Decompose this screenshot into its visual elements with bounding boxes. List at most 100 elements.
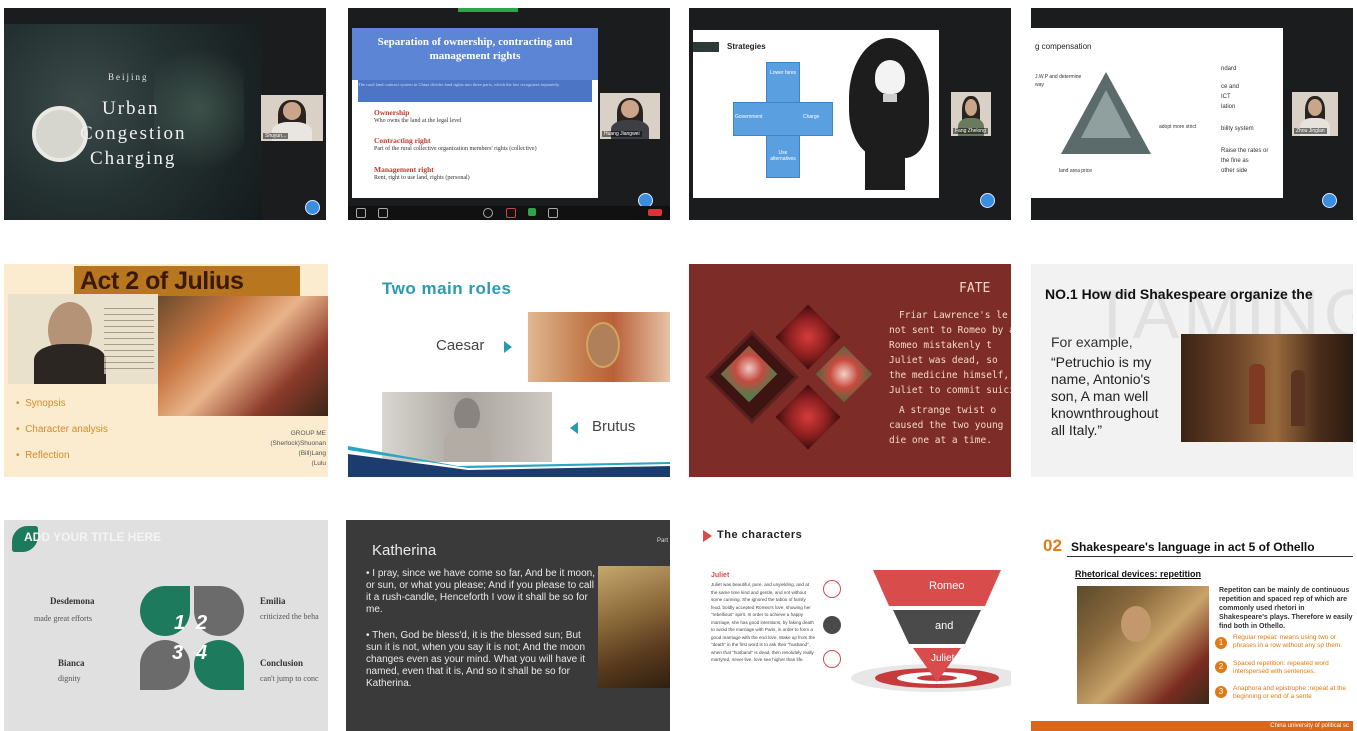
meeting-tile-8[interactable]: TAMING SH NO.1 How did Shakespeare organ… [1031,264,1353,477]
slide-heading: Strategies [727,42,766,51]
meeting-tile-12[interactable]: 02 Shakespeare's language in act 5 of Ot… [1031,520,1353,731]
meeting-tile-10[interactable]: Katherina Part • I pray, since we have c… [346,520,670,731]
arrow-left-icon [570,422,578,434]
participant-video[interactable]: Shuyun... [261,95,323,141]
rose-diamond-4 [775,384,841,450]
bullet-text: Synopsis [25,398,66,409]
petal-number-4: 4 [196,642,208,664]
cross-label-right: Charge [803,114,820,120]
bullet-text: I pray, since we have come so far, And b… [366,568,595,615]
title-marker-icon [703,530,712,542]
funnel-label-2: and [935,620,954,632]
participant-video[interactable]: Fang Zhelong [951,92,991,136]
decorative-swoosh [348,446,670,477]
slide-urban-congestion: Beijing Urban Congestion Charging [4,24,262,220]
title-underline [1067,556,1353,557]
meeting-tile-7[interactable]: FATE Friar Lawrence's le not sent to Rom… [689,264,1011,477]
meeting-tile-4[interactable]: g compensation J.W.P and determine way a… [1031,8,1353,220]
petal-number-1: 1 [174,612,186,634]
right-line-5: bility system [1221,126,1254,132]
mute-icon[interactable] [356,208,366,218]
meeting-tile-11[interactable]: The characters Juliet Juliet was beautif… [689,520,1011,731]
body-line-3: Romeo mistakenly t [889,340,992,351]
head-silhouette [843,38,931,190]
point-3-badge: 3 [1215,686,1227,698]
section-number: 02 [1043,536,1062,555]
participant-name: Huang Jiangwei [602,131,642,137]
video-icon[interactable] [378,208,388,218]
chat-icon[interactable] [506,208,516,218]
corner-label: Part [656,538,668,544]
meeting-tile-2[interactable]: Separation of ownership, contracting and… [348,8,670,220]
slide-title: Separation of ownership, contracting and… [352,28,598,80]
petal-number-3: 3 [172,642,184,664]
slide-heading: g compensation [1035,42,1092,51]
mid-label: adopt more strict [1159,124,1197,130]
bullet-text: Reflection [25,450,70,461]
participant-name: Fang Zhelong [953,128,988,134]
icon-circle-1 [823,580,841,598]
item-name-2: Emilia [260,596,286,606]
brutus-label: Brutus [592,418,636,435]
contracting-heading: Contracting right [374,136,431,145]
participant-video[interactable]: Zhou Jinglan [1292,92,1338,136]
cross-label-left: Government [735,114,763,120]
point-3-text: Anaphora and epistrophe :repeat at the b… [1233,685,1347,700]
participant-name: Zhou Jinglan [1294,128,1327,134]
contracting-desc: Part of the rural collective organizatio… [374,146,537,152]
slide-title-line1: Urban [102,98,160,119]
meeting-toolbar[interactable] [348,206,670,220]
quote-line-6: all Italy.” [1051,422,1103,438]
meeting-tile-3[interactable]: Strategies Lower fares Government Charge… [689,8,1011,220]
slide-title-line2: Congestion [80,123,187,144]
point-1-text: Regular repeat: means using two or phras… [1233,634,1343,649]
left-label-1: J.W.P and determine [1035,74,1082,80]
record-icon[interactable] [548,208,558,218]
bullet-text: Character analysis [25,424,108,435]
caesar-label: Caesar [436,337,485,354]
item-sub-3: dignity [58,674,81,683]
petal-number-2: 2 [196,612,208,634]
left-label-2: way [1035,82,1044,88]
body-line-5: the medicine himself, [889,370,1010,381]
body-line-1: Friar Lawrence's le [899,310,1008,321]
right-line-7: the fine as [1221,158,1249,164]
participant-video[interactable]: Huang Jiangwei [600,93,660,139]
icon-circle-2 [823,616,841,634]
point-2-text: Spaced repetition: repeated word intersp… [1233,660,1329,675]
meeting-tile-1[interactable]: Beijing Urban Congestion Charging Shuyun… [4,8,326,220]
item-sub-2: criticized the beha [260,612,319,621]
slide-title-line3: Charging [90,148,177,169]
shakespeare-portrait [8,294,158,384]
slide-title: Two main roles [382,279,512,298]
juliet-body: Juliet was beautiful, pure, and unyieldi… [711,582,816,662]
lightbulb-icon [875,60,905,94]
meeting-tile-6[interactable]: Two main roles Caesar Brutus [348,264,670,477]
quote-line-5: knownthroughout [1051,405,1159,421]
slide-title: Shakespeare's language in act 5 of Othel… [1071,540,1315,554]
intro-text: Repetiton can be mainly de continuous re… [1219,587,1353,630]
icon-circle-3 [823,650,841,668]
bullet-reflection: • Reflection [16,450,70,461]
point-1-badge: 1 [1215,637,1227,649]
end-meeting-button[interactable] [648,209,662,216]
meeting-tile-9[interactable]: ADD YOUR TITLE HERE 1 2 3 4 Desdemona ma… [4,520,328,731]
footer-text: China university of political sc [1270,723,1349,729]
subtitle: Rhetorical devices: repetition [1075,569,1202,579]
item-name-4: Conclusion [260,658,304,668]
slide-title: FATE [959,281,991,296]
slide-compensation: g compensation J.W.P and determine way a… [1031,28,1283,198]
quote-line-4: son, A man well [1051,388,1149,404]
body-line-8: caused the two young [889,420,1004,431]
bullet-1: • I pray, since we have come so far, And… [366,568,595,615]
participants-icon[interactable] [483,208,493,218]
cross-label-top: Lower fares [769,70,797,76]
bullet-2: • Then, God be bless'd, it is the blesse… [366,630,586,689]
right-line-6: Raise the rates or [1221,148,1269,154]
slide-strategies: Strategies Lower fares Government Charge… [693,30,939,198]
juliet-heading: Juliet [711,572,730,579]
right-line-1: ndard [1221,66,1237,72]
share-screen-icon[interactable] [528,208,536,216]
meeting-tile-5[interactable]: Act 2 of Julius Caesar • Synopsis • Char… [4,264,328,477]
bullet-synopsis: • Synopsis [16,398,66,409]
